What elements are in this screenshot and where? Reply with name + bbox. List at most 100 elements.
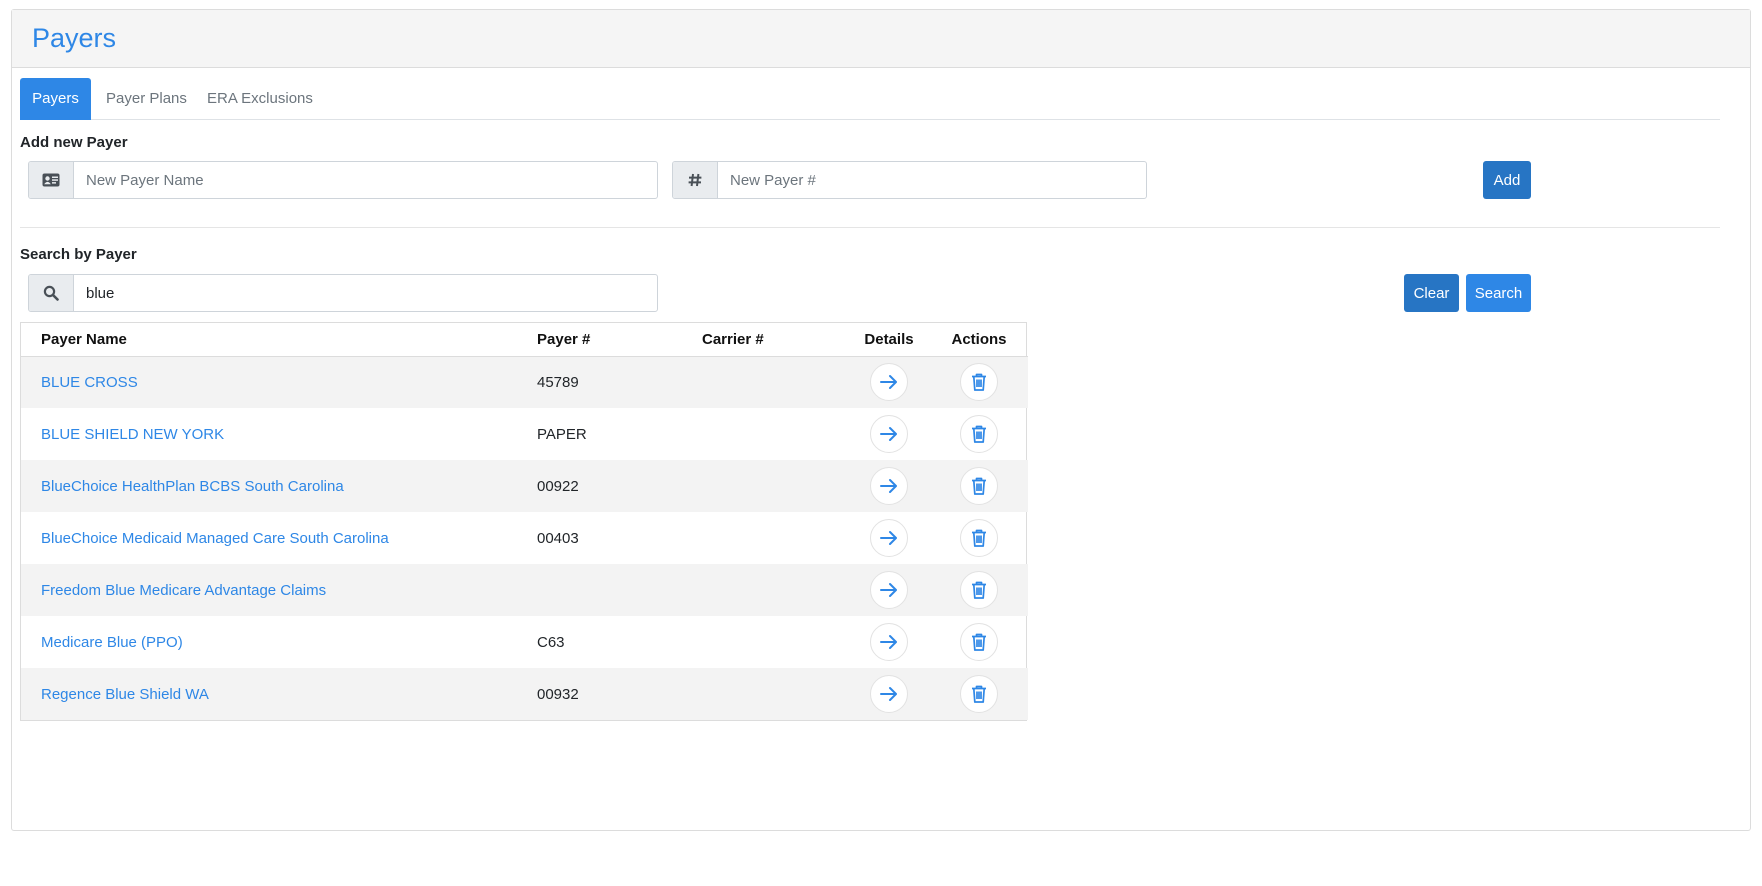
payer-name-cell: BLUE CROSS — [21, 356, 517, 408]
carrier-number-cell — [682, 512, 848, 564]
panel-header: Payers — [12, 10, 1750, 68]
details-button[interactable] — [870, 623, 908, 661]
payer-name-link[interactable]: Regence Blue Shield WA — [41, 686, 209, 703]
delete-button[interactable] — [960, 571, 998, 609]
actions-cell — [930, 616, 1028, 668]
payer-name-cell: BLUE SHIELD NEW YORK — [21, 408, 517, 460]
payer-number-cell: 00403 — [537, 529, 579, 547]
payer-name-cell: Regence Blue Shield WA — [21, 668, 517, 720]
actions-cell — [930, 512, 1028, 564]
search-input[interactable] — [74, 275, 657, 311]
tab-payer-plans[interactable]: Payer Plans — [90, 78, 203, 120]
trash-icon — [970, 372, 988, 392]
new-payer-number-input[interactable] — [718, 162, 1146, 198]
details-cell — [848, 668, 930, 720]
delete-button[interactable] — [960, 519, 998, 557]
add-payer-button[interactable]: Add — [1483, 161, 1531, 199]
details-button[interactable] — [870, 415, 908, 453]
search-button[interactable]: Search — [1466, 274, 1531, 312]
trash-icon — [970, 424, 988, 444]
table-row: Regence Blue Shield WA 00932 — [21, 668, 1028, 720]
carrier-number-cell — [682, 616, 848, 668]
delete-button[interactable] — [960, 467, 998, 505]
payer-name-link[interactable]: BlueChoice HealthPlan BCBS South Carolin… — [41, 478, 344, 495]
details-button[interactable] — [870, 675, 908, 713]
section-divider — [20, 227, 1720, 228]
search-icon — [29, 275, 74, 311]
payer-name-link[interactable]: BLUE CROSS — [41, 374, 138, 391]
new-payer-number-group — [672, 161, 1147, 199]
details-button[interactable] — [870, 571, 908, 609]
arrow-right-icon — [879, 529, 899, 547]
delete-button[interactable] — [960, 623, 998, 661]
clear-button[interactable]: Clear — [1404, 274, 1459, 312]
new-payer-name-input[interactable] — [74, 162, 657, 198]
hash-icon — [673, 162, 718, 198]
table-body: BLUE CROSS 45789 BLUE SHIELD NEW YORK PAPER… — [21, 356, 1028, 720]
payer-number-cell: 00922 — [537, 477, 579, 495]
table-row: Medicare Blue (PPO) C63 — [21, 616, 1028, 668]
trash-icon — [970, 528, 988, 548]
payer-name-link[interactable]: Freedom Blue Medicare Advantage Claims — [41, 582, 326, 599]
arrow-right-icon — [879, 373, 899, 391]
tab-era-exclusions[interactable]: ERA Exclusions — [191, 78, 329, 120]
id-card-icon — [29, 162, 74, 198]
column-header-payer-name: Payer Name — [21, 323, 517, 357]
details-button[interactable] — [870, 467, 908, 505]
column-header-actions: Actions — [930, 323, 1028, 357]
column-header-details: Details — [848, 323, 930, 357]
arrow-right-icon — [879, 685, 899, 703]
payers-table: Payer Name Payer # Carrier # Details Act… — [20, 322, 1028, 721]
table-header-row: Payer Name Payer # Carrier # Details Act… — [21, 323, 1028, 357]
tab-payers[interactable]: Payers — [20, 78, 91, 120]
arrow-right-icon — [879, 425, 899, 443]
tab-bar: Payers Payer Plans ERA Exclusions — [20, 78, 1720, 120]
table-row: BLUE CROSS 45789 — [21, 356, 1028, 408]
trash-icon — [970, 632, 988, 652]
carrier-number-cell — [682, 668, 848, 720]
details-cell — [848, 564, 930, 616]
delete-button[interactable] — [960, 675, 998, 713]
delete-button[interactable] — [960, 415, 998, 453]
payer-number-cell: 45789 — [537, 373, 579, 391]
actions-cell — [930, 564, 1028, 616]
table-row: Freedom Blue Medicare Advantage Claims — [21, 564, 1028, 616]
details-cell — [848, 408, 930, 460]
arrow-right-icon — [879, 633, 899, 651]
payer-name-link[interactable]: BLUE SHIELD NEW YORK — [41, 426, 224, 443]
payer-name-cell: BlueChoice HealthPlan BCBS South Carolin… — [21, 460, 517, 512]
trash-icon — [970, 684, 988, 704]
payer-name-link[interactable]: Medicare Blue (PPO) — [41, 634, 183, 651]
details-button[interactable] — [870, 519, 908, 557]
payer-number-cell: PAPER — [537, 425, 587, 443]
details-cell — [848, 356, 930, 408]
actions-cell — [930, 356, 1028, 408]
carrier-number-cell — [682, 564, 848, 616]
column-header-carrier-number: Carrier # — [682, 323, 848, 357]
details-cell — [848, 512, 930, 564]
payer-name-cell: Medicare Blue (PPO) — [21, 616, 517, 668]
column-header-payer-number: Payer # — [517, 323, 682, 357]
carrier-number-cell — [682, 408, 848, 460]
carrier-number-cell — [682, 460, 848, 512]
delete-button[interactable] — [960, 363, 998, 402]
carrier-number-cell — [682, 356, 848, 408]
search-label: Search by Payer — [20, 246, 137, 263]
trash-icon — [970, 580, 988, 600]
actions-cell — [930, 460, 1028, 512]
table-row: BLUE SHIELD NEW YORK PAPER — [21, 408, 1028, 460]
payer-number-cell: 00932 — [537, 685, 579, 703]
new-payer-name-group — [28, 161, 658, 199]
add-payer-label: Add new Payer — [20, 134, 128, 151]
arrow-right-icon — [879, 581, 899, 599]
payer-name-link[interactable]: BlueChoice Medicaid Managed Care South C… — [41, 530, 389, 547]
details-cell — [848, 460, 930, 512]
details-button[interactable] — [870, 363, 908, 402]
payer-number-cell: C63 — [537, 633, 565, 651]
trash-icon — [970, 476, 988, 496]
actions-cell — [930, 408, 1028, 460]
arrow-right-icon — [879, 477, 899, 495]
actions-cell — [930, 668, 1028, 720]
payer-name-cell: BlueChoice Medicaid Managed Care South C… — [21, 512, 517, 564]
payer-name-cell: Freedom Blue Medicare Advantage Claims — [21, 564, 517, 616]
